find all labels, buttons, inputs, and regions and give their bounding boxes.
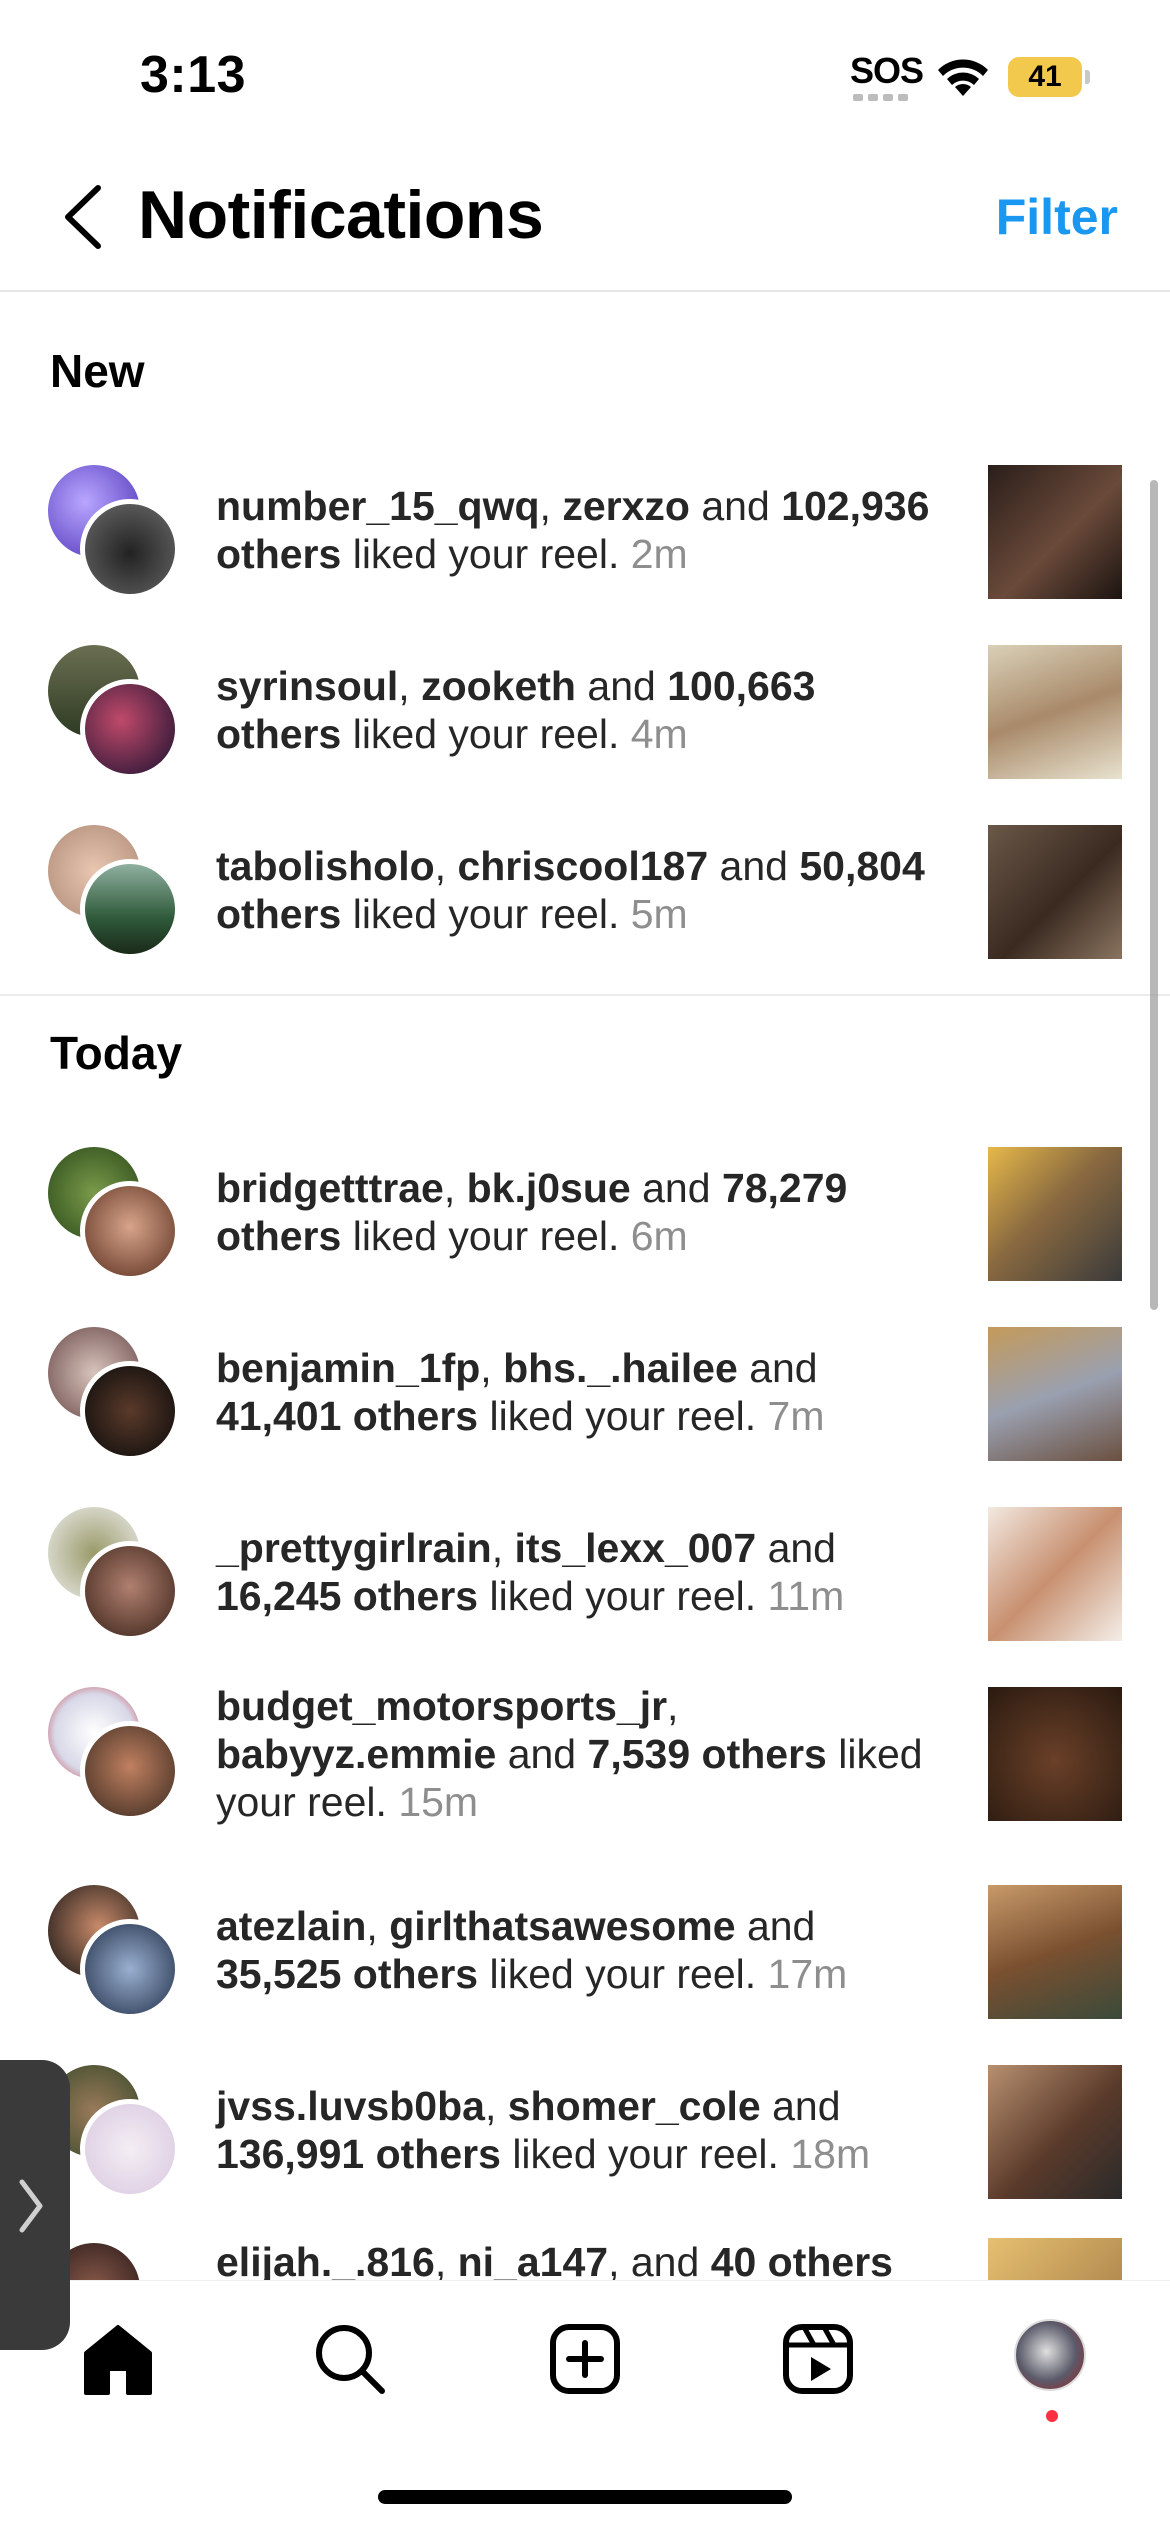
avatar <box>80 2099 180 2199</box>
notification-time: 4m <box>630 711 688 757</box>
notification-row[interactable]: budget_motorsports_jr, babyyz.emmie and … <box>0 1682 1170 1882</box>
notification-row[interactable]: tabolisholo, chriscool187 and 50,804 oth… <box>0 820 1170 990</box>
notification-text: benjamin_1fp, bhs._.hailee and 41,401 ot… <box>216 1345 825 1439</box>
filter-button[interactable]: Filter <box>996 188 1118 246</box>
chevron-left-icon[interactable] <box>58 182 110 252</box>
battery-level: 41 <box>1028 60 1062 93</box>
avatar-stack[interactable] <box>48 1687 180 1821</box>
notification-time: 2m <box>630 531 688 577</box>
reels-icon[interactable] <box>778 2319 858 2399</box>
notification-text: jvss.luvsb0ba, shomer_cole and 136,991 o… <box>216 2083 871 2177</box>
notification-time: 18m <box>790 2131 871 2177</box>
scrollbar[interactable] <box>1150 480 1158 1310</box>
status-bar: 3:13 SOS 41 <box>0 0 1170 150</box>
avatar <box>80 1721 180 1821</box>
reel-thumbnail[interactable] <box>988 825 1122 959</box>
notification-row[interactable]: benjamin_1fp, bhs._.hailee and 41,401 ot… <box>0 1322 1170 1492</box>
avatar <box>80 1919 180 2019</box>
section-title-new: New <box>50 345 145 397</box>
side-panel-handle[interactable] <box>0 2060 70 2350</box>
avatar <box>80 1361 180 1461</box>
avatar <box>80 859 180 959</box>
notification-time: 11m <box>767 1573 845 1619</box>
avatar-stack[interactable] <box>48 1147 180 1281</box>
notification-time: 6m <box>630 1213 688 1259</box>
notification-row[interactable]: _prettygirlrain, its_lexx_007 and 16,245… <box>0 1502 1170 1672</box>
reel-thumbnail[interactable] <box>988 1147 1122 1281</box>
home-icon[interactable] <box>78 2319 158 2399</box>
section-title-today: Today <box>50 1027 183 1079</box>
reel-thumbnail[interactable] <box>988 1327 1122 1461</box>
avatar-stack[interactable] <box>48 465 180 599</box>
header: Notifications Filter <box>0 150 1170 290</box>
notification-row[interactable]: jvss.luvsb0ba, shomer_cole and 136,991 o… <box>0 2060 1170 2230</box>
search-icon[interactable] <box>310 2319 390 2399</box>
battery-icon: 41 <box>1008 57 1090 97</box>
notification-row[interactable]: bridgetttrae, bk.j0sue and 78,279 others… <box>0 1142 1170 1312</box>
notification-time: 17m <box>767 1951 848 1997</box>
sos-indicator: SOS <box>850 50 924 91</box>
profile-avatar[interactable] <box>1014 2319 1086 2391</box>
notification-time: 7m <box>767 1393 825 1439</box>
reel-thumbnail[interactable] <box>988 1687 1122 1821</box>
chevron-right-icon <box>19 2179 43 2233</box>
reel-thumbnail[interactable] <box>988 2065 1122 2199</box>
avatar-stack[interactable] <box>48 645 180 779</box>
notification-dot <box>1046 2410 1058 2422</box>
notification-text: atezlain, girlthatsawesome and 35,525 ot… <box>216 1903 848 1997</box>
page-title: Notifications <box>138 177 544 253</box>
notification-text: syrinsoul, zooketh and 100,663 others li… <box>216 663 816 757</box>
status-time: 3:13 <box>140 46 247 104</box>
avatar <box>80 499 180 599</box>
avatar <box>80 679 180 779</box>
avatar <box>80 1541 180 1641</box>
notification-row[interactable]: syrinsoul, zooketh and 100,663 others li… <box>0 640 1170 810</box>
avatar-stack[interactable] <box>48 1885 180 2019</box>
reel-thumbnail[interactable] <box>988 1885 1122 2019</box>
avatar-stack[interactable] <box>48 1507 180 1641</box>
header-divider <box>0 290 1170 292</box>
notification-text: budget_motorsports_jr, babyyz.emmie and … <box>216 1683 923 1825</box>
reel-thumbnail[interactable] <box>988 465 1122 599</box>
create-plus-icon[interactable] <box>545 2319 625 2399</box>
notification-text: _prettygirlrain, its_lexx_007 and 16,245… <box>216 1525 845 1619</box>
avatar-stack[interactable] <box>48 1327 180 1461</box>
avatar-stack[interactable] <box>48 825 180 959</box>
avatar <box>80 1181 180 1281</box>
notification-text: elijah._.816, ni_a147, and 40 others <box>216 2239 893 2285</box>
notification-text: tabolisholo, chriscool187 and 50,804 oth… <box>216 843 925 937</box>
notification-text: bridgetttrae, bk.j0sue and 78,279 others… <box>216 1165 848 1259</box>
reel-thumbnail[interactable] <box>988 1507 1122 1641</box>
notification-row[interactable]: number_15_qwq, zerxzo and 102,936 others… <box>0 460 1170 630</box>
section-divider <box>0 994 1170 996</box>
wifi-icon <box>938 59 988 96</box>
notification-time: 15m <box>398 1779 479 1825</box>
notification-time: 5m <box>630 891 688 937</box>
notification-row[interactable]: atezlain, girlthatsawesome and 35,525 ot… <box>0 1880 1170 2050</box>
reel-thumbnail[interactable] <box>988 645 1122 779</box>
notification-text: number_15_qwq, zerxzo and 102,936 others… <box>216 483 930 577</box>
home-indicator[interactable] <box>378 2490 792 2504</box>
signal-dots <box>853 94 908 101</box>
